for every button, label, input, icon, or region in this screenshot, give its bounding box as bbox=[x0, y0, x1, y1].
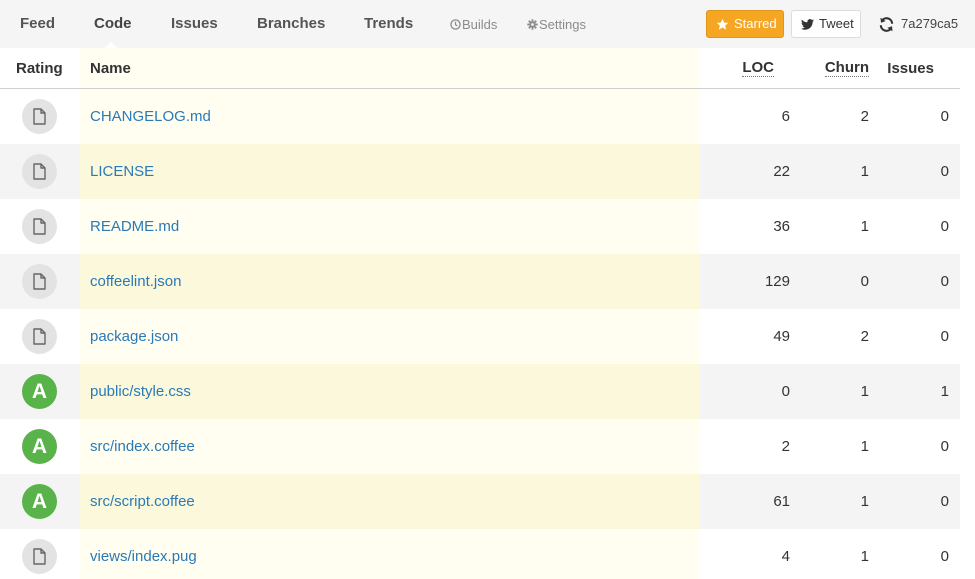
issues-value: 0 bbox=[940, 548, 949, 565]
tab-settings[interactable]: Settings bbox=[527, 17, 586, 32]
builds-icon bbox=[450, 19, 461, 30]
file-icon bbox=[22, 319, 57, 354]
loc-value: 2 bbox=[781, 438, 790, 455]
churn-value: 0 bbox=[860, 273, 869, 290]
file-link[interactable]: src/index.coffee bbox=[90, 438, 195, 455]
commit-sha: 7a279ca5 bbox=[901, 16, 959, 31]
churn-header[interactable]: Churn bbox=[824, 60, 869, 77]
table-row: package.json 49 2 0 bbox=[0, 309, 960, 364]
name-header: Name bbox=[90, 60, 131, 77]
issues-value: 0 bbox=[940, 328, 949, 345]
file-icon bbox=[22, 154, 57, 189]
settings-label: Settings bbox=[539, 17, 586, 32]
tab-trends[interactable]: Trends bbox=[364, 15, 413, 32]
table-header: Rating Name LOC Churn Issues bbox=[0, 48, 960, 89]
file-link[interactable]: LICENSE bbox=[90, 163, 154, 180]
commit-link[interactable]: 7a279ca5 bbox=[878, 15, 958, 33]
issues-value: 1 bbox=[940, 383, 949, 400]
loc-value: 129 bbox=[764, 273, 790, 290]
file-icon bbox=[22, 264, 57, 299]
tab-branches[interactable]: Branches bbox=[257, 15, 325, 32]
file-icon bbox=[22, 539, 57, 574]
starred-button[interactable]: Starred bbox=[706, 10, 784, 38]
churn-value: 1 bbox=[860, 163, 869, 180]
tweet-label: Tweet bbox=[819, 16, 854, 31]
loc-value: 6 bbox=[781, 108, 790, 125]
gear-icon bbox=[527, 19, 538, 30]
loc-value: 36 bbox=[773, 218, 790, 235]
grade-badge[interactable]: A bbox=[22, 484, 57, 519]
file-link[interactable]: public/style.css bbox=[90, 383, 191, 400]
issues-value: 0 bbox=[940, 218, 949, 235]
file-link[interactable]: package.json bbox=[90, 328, 178, 345]
issues-value: 0 bbox=[940, 163, 949, 180]
star-icon bbox=[716, 18, 729, 30]
issues-value: 0 bbox=[940, 273, 949, 290]
grade-badge[interactable]: A bbox=[22, 374, 57, 409]
table-row: README.md 36 1 0 bbox=[0, 199, 960, 254]
churn-value: 1 bbox=[860, 218, 869, 235]
builds-label: Builds bbox=[462, 17, 498, 32]
file-link[interactable]: CHANGELOG.md bbox=[90, 108, 211, 125]
loc-value: 0 bbox=[781, 383, 790, 400]
table-row: views/index.pug 4 1 0 bbox=[0, 529, 960, 579]
table-row: LICENSE 22 1 0 bbox=[0, 144, 960, 199]
file-icon bbox=[22, 209, 57, 244]
table-row: A src/index.coffee 2 1 0 bbox=[0, 419, 960, 474]
tab-builds[interactable]: Builds bbox=[450, 17, 497, 32]
file-link[interactable]: src/script.coffee bbox=[90, 493, 195, 510]
churn-value: 1 bbox=[860, 493, 869, 510]
file-link[interactable]: views/index.pug bbox=[90, 548, 197, 565]
churn-value: 1 bbox=[860, 383, 869, 400]
churn-value: 2 bbox=[860, 328, 869, 345]
table-row: coffeelint.json 129 0 0 bbox=[0, 254, 960, 309]
issues-value: 0 bbox=[940, 493, 949, 510]
table-row: A src/script.coffee 61 1 0 bbox=[0, 474, 960, 529]
loc-value: 4 bbox=[781, 548, 790, 565]
tab-issues[interactable]: Issues bbox=[171, 15, 218, 32]
rating-header: Rating bbox=[16, 60, 63, 77]
refresh-icon bbox=[879, 17, 894, 32]
tweet-button[interactable]: Tweet bbox=[791, 10, 861, 38]
top-nav: Feed Code Issues Branches Trends Builds … bbox=[0, 0, 975, 48]
churn-value: 1 bbox=[860, 438, 869, 455]
starred-label: Starred bbox=[734, 16, 777, 31]
table-row: CHANGELOG.md 6 2 0 bbox=[0, 89, 960, 144]
file-icon bbox=[22, 99, 57, 134]
file-link[interactable]: README.md bbox=[90, 218, 179, 235]
loc-value: 22 bbox=[773, 163, 790, 180]
issues-header: Issues bbox=[887, 60, 934, 77]
table-row: A public/style.css 0 1 1 bbox=[0, 364, 960, 419]
tab-code[interactable]: Code bbox=[94, 15, 132, 32]
loc-value: 49 bbox=[773, 328, 790, 345]
tab-feed[interactable]: Feed bbox=[20, 15, 55, 32]
grade-badge[interactable]: A bbox=[22, 429, 57, 464]
churn-value: 2 bbox=[860, 108, 869, 125]
issues-value: 0 bbox=[940, 108, 949, 125]
churn-value: 1 bbox=[860, 548, 869, 565]
loc-header[interactable]: LOC bbox=[742, 60, 774, 77]
twitter-bird-icon bbox=[801, 19, 814, 30]
loc-value: 61 bbox=[773, 493, 790, 510]
issues-value: 0 bbox=[940, 438, 949, 455]
file-link[interactable]: coffeelint.json bbox=[90, 273, 181, 290]
